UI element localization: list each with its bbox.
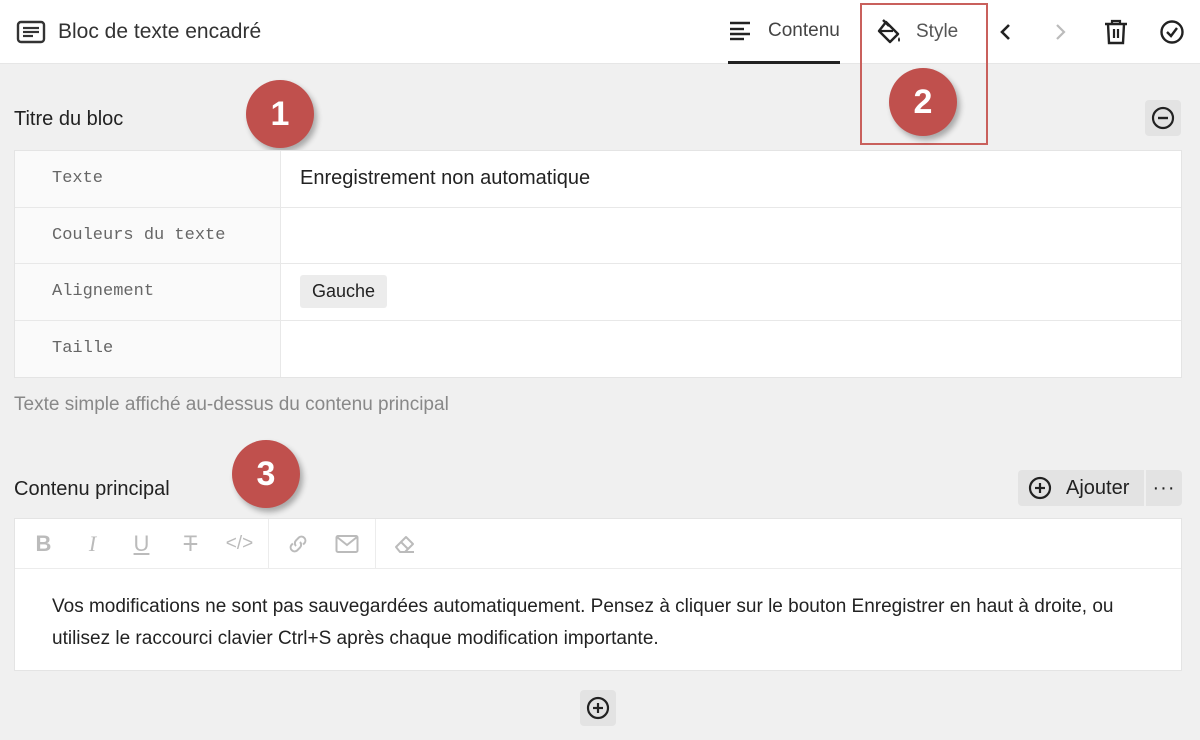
check-circle-icon — [1160, 20, 1184, 44]
tab-content[interactable]: Contenu — [728, 0, 840, 64]
text-block-icon — [16, 20, 46, 44]
strikethrough-button[interactable]: T — [166, 519, 215, 569]
size-field[interactable] — [281, 321, 1181, 378]
italic-button[interactable]: I — [68, 519, 117, 569]
validate-button[interactable] — [1158, 18, 1186, 46]
trash-icon — [1105, 19, 1127, 45]
minus-circle-icon — [1151, 106, 1175, 130]
plus-circle-icon — [1028, 476, 1052, 500]
link-icon — [289, 535, 306, 552]
property-row-size: Taille — [15, 320, 1181, 378]
link-button[interactable] — [273, 519, 322, 569]
section-title-label: Titre du bloc — [14, 108, 124, 130]
annotation-badge-1: 1 — [246, 80, 314, 148]
delete-button[interactable] — [1102, 18, 1130, 46]
property-row-alignment: Alignement Gauche — [15, 264, 1181, 321]
property-row-text-color: Couleurs du texte — [15, 207, 1181, 264]
code-button[interactable]: </> — [215, 519, 264, 569]
text-value-field[interactable]: Enregistrement non automatique — [281, 151, 1181, 207]
mail-icon — [335, 534, 358, 553]
add-block-button[interactable] — [580, 690, 616, 726]
eraser-icon — [394, 535, 414, 553]
previous-button[interactable] — [992, 18, 1020, 46]
property-key: Alignement — [15, 264, 281, 320]
editor-toolbar: B I U T </> — [15, 518, 1181, 569]
collapse-button[interactable] — [1145, 100, 1181, 136]
bold-button[interactable]: B — [19, 519, 68, 569]
clear-format-button[interactable] — [380, 519, 429, 569]
block-title: Bloc de texte encadré — [58, 20, 262, 43]
add-button-label: Ajouter — [1066, 476, 1130, 499]
align-left-icon — [730, 21, 750, 40]
plus-circle-icon — [586, 696, 610, 720]
properties-table: Texte Enregistrement non automatique Cou… — [14, 150, 1182, 378]
text-color-field[interactable] — [281, 208, 1181, 264]
annotation-badge-3: 3 — [232, 440, 300, 508]
property-row-text: Texte Enregistrement non automatique — [15, 151, 1181, 208]
section-main-label: Contenu principal — [14, 478, 170, 500]
editor-content[interactable]: Vos modifications ne sont pas sauvegardé… — [15, 569, 1181, 677]
link-group — [269, 518, 376, 569]
chevron-left-icon — [1000, 24, 1010, 40]
property-key: Texte — [15, 151, 281, 207]
section-title-help: Texte simple affiché au-dessus du conten… — [14, 394, 449, 415]
property-key: Couleurs du texte — [15, 207, 281, 263]
clear-group — [376, 519, 433, 569]
alignment-field: Gauche — [281, 264, 1181, 320]
tab-content-label: Contenu — [768, 19, 840, 41]
property-key: Taille — [15, 320, 281, 377]
alignment-chip[interactable]: Gauche — [300, 275, 388, 309]
chevron-right-icon — [1056, 24, 1066, 40]
annotation-badge-2: 2 — [889, 68, 957, 136]
rich-text-editor: B I U T </> Vos modifications ne sont pa… — [14, 518, 1182, 671]
underline-button[interactable]: U — [117, 519, 166, 569]
more-options-button[interactable]: ··· — [1146, 470, 1182, 506]
next-button[interactable] — [1046, 18, 1074, 46]
email-button[interactable] — [322, 519, 371, 569]
format-group: B I U T </> — [15, 518, 269, 569]
editor-header: Bloc de texte encadré Contenu Style — [0, 0, 1200, 64]
add-button[interactable]: Ajouter — [1018, 470, 1144, 506]
